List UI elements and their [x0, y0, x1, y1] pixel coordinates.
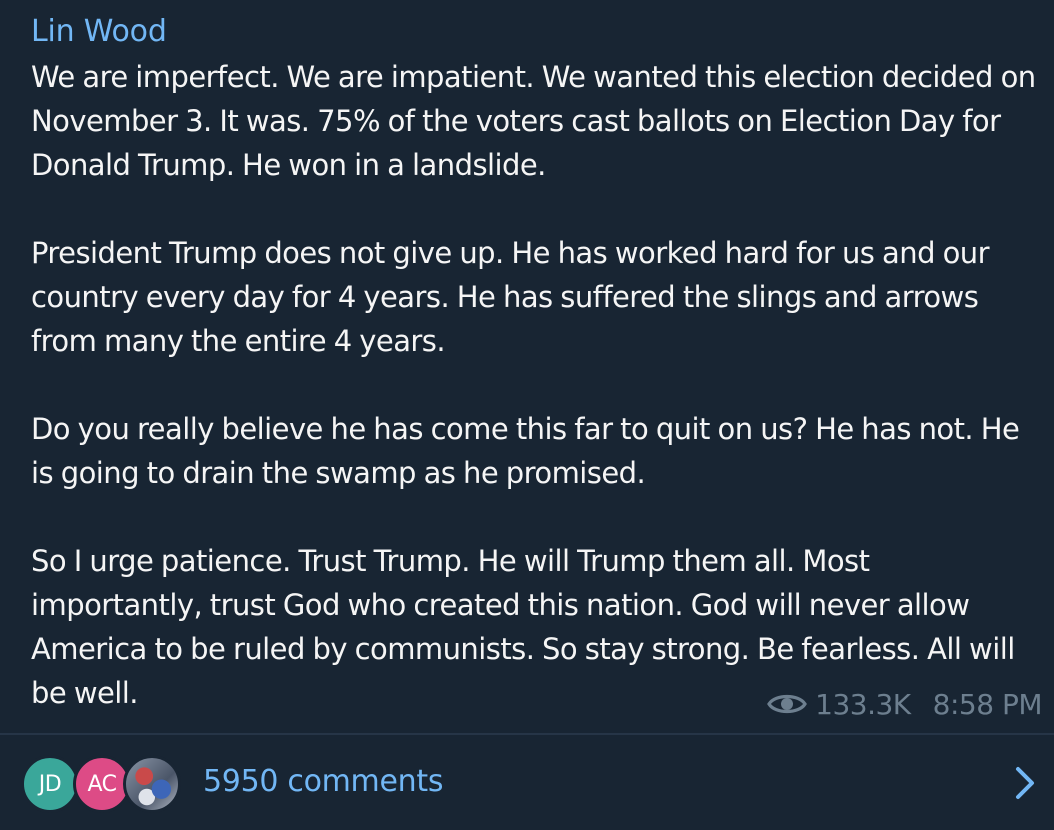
avatar [123, 755, 181, 813]
comments-link[interactable]: 5950 comments [203, 760, 443, 804]
message-paragraph: We are imperfect. We are impatient. We w… [31, 60, 1036, 182]
message-meta: 133.3K 8:58 PM [767, 684, 1043, 724]
chevron-right-icon[interactable] [1012, 765, 1038, 801]
timestamp: 8:58 PM [932, 687, 1043, 721]
comments-bar[interactable]: JD AC 5950 comments [0, 735, 1054, 830]
avatar: JD [21, 755, 79, 813]
author-name[interactable]: Lin Wood [31, 12, 167, 52]
channel-post: Lin Wood We are imperfect. We are impati… [0, 0, 1054, 830]
view-count: 133.3K [815, 687, 911, 721]
eye-icon [767, 694, 808, 714]
commenter-avatars: JD AC [21, 755, 181, 813]
message-paragraph: President Trump does not give up. He has… [31, 236, 990, 358]
message-paragraph: Do you really believe he has come this f… [31, 412, 1020, 490]
message-text: We are imperfect. We are impatient. We w… [31, 55, 1036, 715]
